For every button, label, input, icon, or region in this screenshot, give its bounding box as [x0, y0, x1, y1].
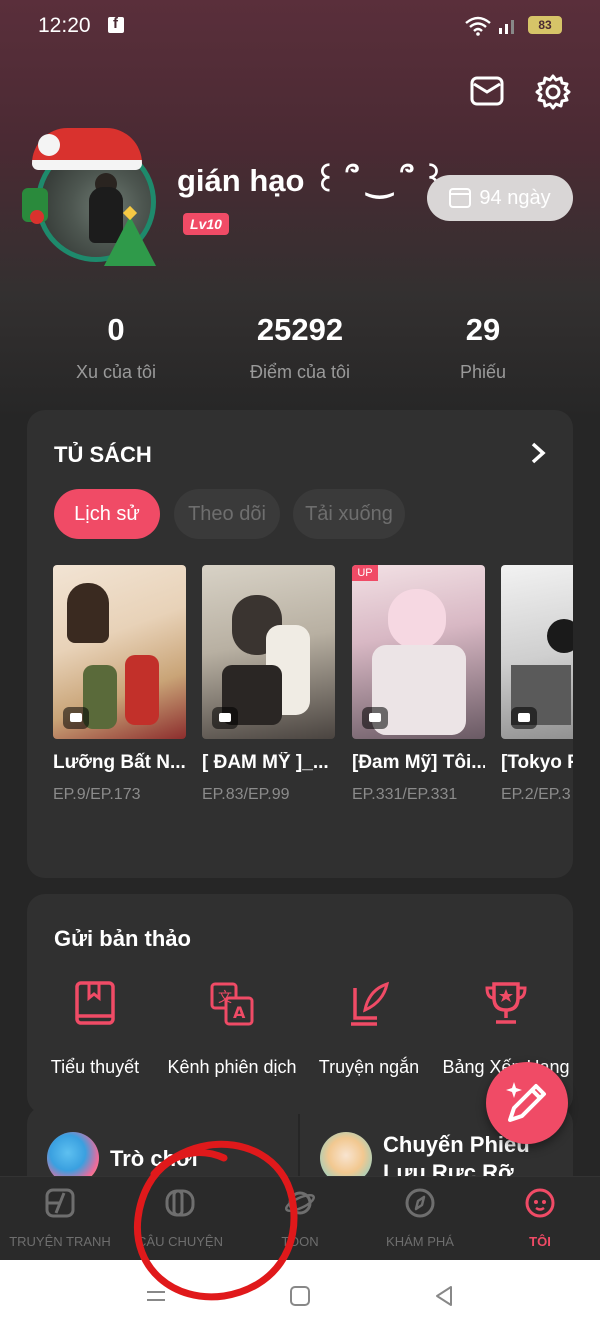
book-cover [53, 565, 186, 739]
comment-badge-icon [212, 707, 238, 729]
book-title: Lưỡng Bất N... [53, 752, 186, 773]
grid-badge-icon [63, 707, 89, 729]
chevron-right-icon[interactable] [529, 442, 547, 464]
back-icon[interactable] [432, 1284, 456, 1308]
stat-label: Phiếu [459, 362, 507, 382]
days-label: 94 ngày [479, 186, 551, 209]
stat-label: Xu của tôi [75, 362, 157, 382]
quill-icon [351, 981, 390, 1026]
santa-hat-frame [32, 128, 142, 170]
bottom-navigation: TRUYỆN TRANH CÂU CHUYỆN TOON KHÁM PHÁ TÔ… [0, 1176, 600, 1260]
submit-short-story-button[interactable]: Truyện ngắn [294, 980, 444, 1078]
book-cover [202, 565, 335, 739]
gear-icon[interactable] [534, 73, 572, 111]
recent-apps-icon[interactable] [144, 1284, 168, 1308]
book-icon [75, 981, 115, 1025]
pencil-sparkle-icon [506, 1082, 546, 1122]
smiley-icon [525, 1188, 555, 1218]
book-title: [Tokyo R [501, 752, 573, 773]
comment-badge-icon [511, 707, 537, 729]
tab-following[interactable]: Theo dõi [174, 489, 280, 539]
status-time: 12:20 [38, 14, 91, 37]
compass-icon [405, 1188, 435, 1218]
book-episode: EP.9/EP.173 [53, 786, 141, 803]
book-episode: EP.2/EP.3 [501, 786, 571, 803]
nav-label: CÂU CHUYỆN [137, 1234, 223, 1249]
bookshelf-title: TỦ SÁCH [54, 442, 152, 467]
stories-icon [165, 1189, 195, 1217]
book-episode: EP.331/EP.331 [352, 786, 458, 803]
signal-icon [499, 20, 514, 34]
level-badge: Lv10 [183, 213, 229, 235]
submit-title: Gửi bản thảo [54, 926, 191, 951]
trophy-icon [485, 982, 527, 1024]
book-cover [501, 565, 573, 739]
nav-label: KHÁM PHÁ [386, 1234, 454, 1249]
nav-toon[interactable]: TOON [240, 1187, 360, 1249]
christmas-tree-decoration [104, 216, 156, 266]
book-item[interactable]: [ ĐAM MỸ ]_... EP.83/EP.99 [202, 565, 335, 804]
comment-badge-icon [362, 707, 388, 729]
translate-icon: 文 A [210, 982, 254, 1026]
stat-coins[interactable]: 0 Xu của tôi [16, 312, 216, 383]
submit-translation-button[interactable]: 文 A Kênh phiên dịch [157, 980, 307, 1078]
bookshelf-card: TỦ SÁCH Lịch sử Theo dõi Tải xuống Lưỡng… [27, 410, 573, 878]
book-title: [Đam Mỹ] Tôi... [352, 752, 485, 773]
facebook-notification-icon [108, 15, 124, 33]
book-cover: UP [352, 565, 485, 739]
submit-item-label: Tiểu thuyết [50, 1057, 140, 1077]
nav-label: TOON [281, 1234, 319, 1249]
promo-games-label: Trò chơi [110, 1146, 198, 1171]
svg-text:文: 文 [218, 990, 232, 1006]
submit-item-label: Truyện ngắn [318, 1057, 420, 1077]
stat-tickets[interactable]: 29 Phiếu [383, 312, 583, 383]
status-bar: 12:20 83 [0, 0, 600, 52]
stat-points[interactable]: 25292 Điểm của tôi [200, 312, 400, 383]
holly-decoration [22, 188, 48, 224]
nav-stories[interactable]: CÂU CHUYỆN [120, 1187, 240, 1249]
tab-history[interactable]: Lịch sử [54, 489, 160, 539]
nav-label: TÔI [529, 1234, 551, 1249]
tab-downloads[interactable]: Tải xuống [293, 489, 405, 539]
nav-label: TRUYỆN TRANH [9, 1234, 111, 1249]
system-navigation-bar [0, 1260, 600, 1333]
home-icon[interactable] [288, 1284, 312, 1308]
calendar-icon [449, 188, 472, 208]
battery-indicator: 83 [528, 16, 562, 34]
book-item[interactable]: UP [Đam Mỹ] Tôi... EP.331/EP.331 [352, 565, 485, 804]
stat-label: Điểm của tôi [249, 362, 351, 382]
stat-value: 29 [465, 312, 501, 347]
promo-games[interactable]: Trò chơi [27, 1106, 298, 1184]
planet-icon [284, 1191, 316, 1215]
days-badge[interactable]: 94 ngày [427, 175, 573, 221]
update-badge: UP [352, 565, 378, 581]
nav-comics[interactable]: TRUYỆN TRANH [0, 1187, 120, 1249]
submit-novel-button[interactable]: Tiểu thuyết [20, 980, 170, 1078]
submit-item-label: Kênh phiên dịch [167, 1057, 297, 1077]
stat-value: 0 [107, 312, 125, 347]
nav-me[interactable]: TÔI [480, 1187, 600, 1249]
svg-text:A: A [233, 1003, 246, 1022]
write-fab-button[interactable] [486, 1062, 568, 1144]
book-episode: EP.83/EP.99 [202, 786, 290, 803]
mail-icon[interactable] [470, 76, 504, 106]
comics-icon [45, 1188, 75, 1218]
nav-explore[interactable]: KHÁM PHÁ [360, 1187, 480, 1249]
stat-value: 25292 [256, 312, 344, 347]
book-title: [ ĐAM MỸ ]_... [202, 752, 329, 773]
book-item[interactable]: [Tokyo R EP.2/EP.3 [501, 565, 573, 804]
book-item[interactable]: Lưỡng Bất N... EP.9/EP.173 [53, 565, 186, 804]
avatar[interactable] [22, 128, 158, 266]
wifi-icon [465, 16, 491, 36]
